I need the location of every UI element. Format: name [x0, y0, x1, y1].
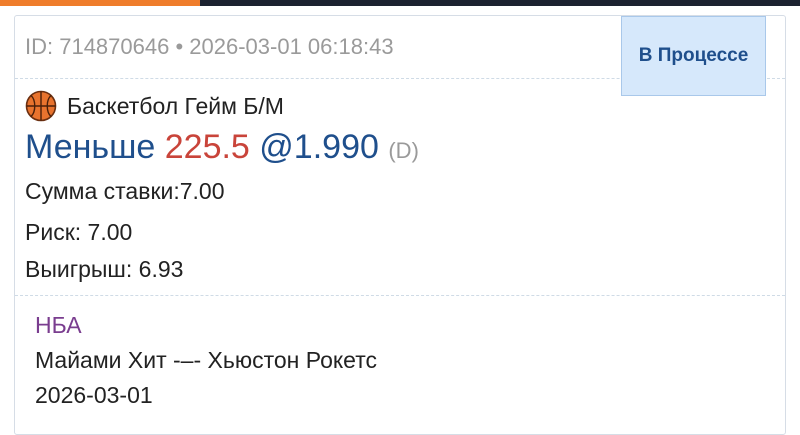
pick-selection: Меньше — [25, 128, 156, 166]
league-name: НБА — [35, 312, 82, 338]
pick-row: Меньше 225.5 @1.990 (D) — [25, 127, 419, 171]
payout-amount: Выигрыш: 6.93 — [25, 256, 184, 282]
topbar-dark-segment — [200, 0, 800, 6]
market-label: Баскетбол Гейм Б/М — [67, 92, 284, 119]
odds-format: (D) — [388, 138, 419, 163]
sport-market-row: Баскетбол Гейм Б/М — [25, 90, 284, 122]
topbar-accent-segment — [0, 0, 200, 6]
event-matchup: Майами Хит -–- Хьюстон Рокетс — [35, 347, 377, 373]
event-date: 2026-03-01 — [35, 382, 153, 408]
bet-slip-card[interactable]: ID: 714870646 • 2026-03-01 06:18:43 В Пр… — [14, 15, 786, 435]
bet-id-timestamp: ID: 714870646 • 2026-03-01 06:18:43 — [25, 34, 394, 59]
pick-line: 225.5 — [164, 128, 250, 166]
stake-amount: Сумма ставки:7.00 — [25, 178, 225, 204]
risk-amount: Риск: 7.00 — [25, 219, 133, 245]
section-divider — [15, 295, 785, 296]
pick-odds: @1.990 — [259, 128, 379, 166]
status-badge: В Процессе — [621, 16, 766, 96]
top-progress-bar — [0, 0, 800, 6]
basketball-icon — [25, 90, 57, 122]
